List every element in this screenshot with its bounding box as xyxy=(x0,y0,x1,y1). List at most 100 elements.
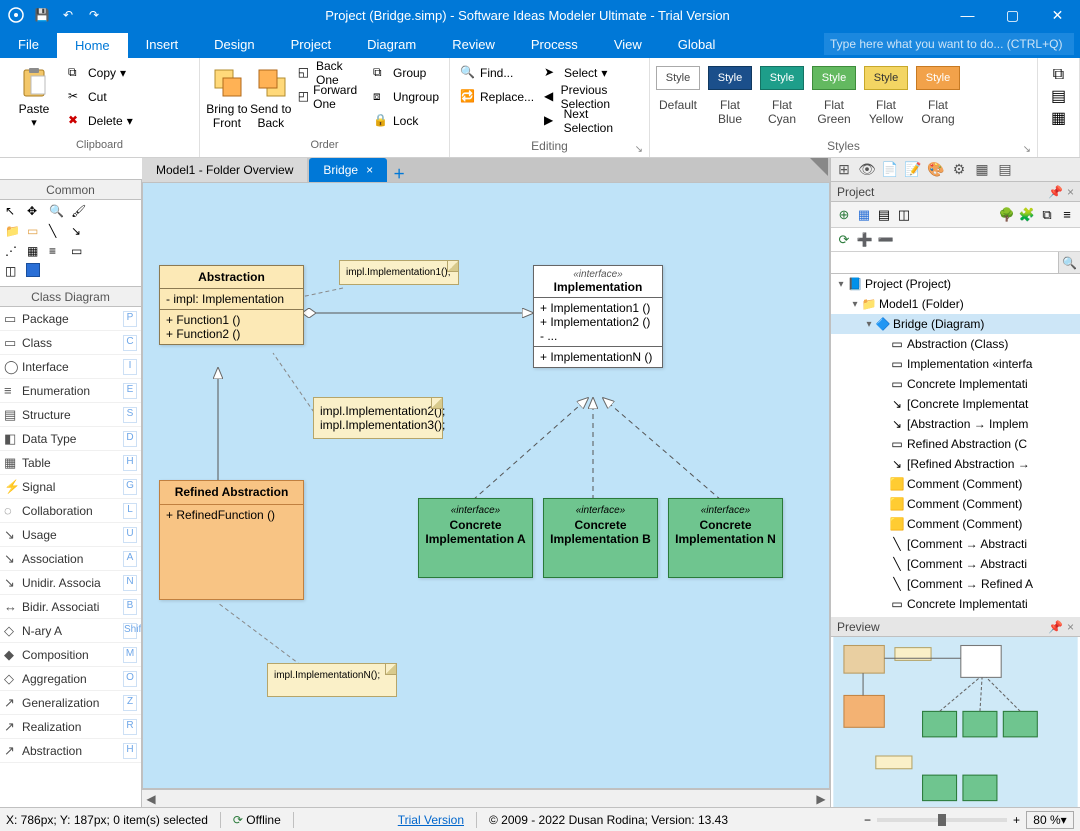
zoom-in-button[interactable]: + xyxy=(1013,813,1020,827)
styles-launcher-icon[interactable]: ↘ xyxy=(1023,144,1031,155)
undo-icon[interactable]: ↶ xyxy=(58,5,78,25)
expand-icon[interactable]: ▾ xyxy=(849,299,861,310)
menu-review[interactable]: Review xyxy=(434,30,513,58)
ribbon-extra-icon[interactable]: ⧉ xyxy=(1053,66,1064,84)
menu-insert[interactable]: Insert xyxy=(128,30,197,58)
rect-icon[interactable]: ▭ xyxy=(26,223,42,239)
frame-icon[interactable]: ▭ xyxy=(70,243,86,259)
toolbox-item[interactable]: ▭PackageP xyxy=(0,307,141,331)
cut-button[interactable]: ✂Cut xyxy=(64,86,137,108)
grid-icon[interactable]: ▦ xyxy=(972,160,992,180)
replace-button[interactable]: 🔁Replace... xyxy=(456,86,538,108)
folder-icon[interactable]: 📁 xyxy=(4,223,20,239)
tree-node[interactable]: ↘[Refined Abstraction → xyxy=(831,454,1080,474)
zoom-icon[interactable]: 🔍 xyxy=(48,203,64,219)
class-abstraction[interactable]: Abstraction - impl: Implementation + Fun… xyxy=(159,265,304,345)
back-one-button[interactable]: ◱Back One xyxy=(294,62,367,84)
tree-node[interactable]: 🟨Comment (Comment) xyxy=(831,494,1080,514)
toolbox-item[interactable]: ⚡SignalG xyxy=(0,475,141,499)
tree-node[interactable]: ▾📁Model1 (Folder) xyxy=(831,294,1080,314)
scroll-right-icon[interactable]: ▶ xyxy=(812,792,830,806)
collapsed-panel-handle[interactable]: ◀ xyxy=(142,183,143,201)
close-preview-icon[interactable]: × xyxy=(1067,620,1074,634)
tree-node[interactable]: ▾📘Project (Project) xyxy=(831,274,1080,294)
class-refined-abstraction[interactable]: Refined Abstraction + RefinedFunction () xyxy=(159,480,304,600)
tab-folder-overview[interactable]: Model1 - Folder Overview xyxy=(142,158,307,182)
menu-diagram[interactable]: Diagram xyxy=(349,30,434,58)
project-tree[interactable]: ▾📘Project (Project)▾📁Model1 (Folder)▾🔷Br… xyxy=(831,274,1080,617)
toolbox-item[interactable]: ▦TableH xyxy=(0,451,141,475)
tree-node[interactable]: ▭Refined Abstraction (C xyxy=(831,434,1080,454)
edit-doc-icon[interactable]: 📝 xyxy=(903,160,923,180)
tool-a-icon[interactable]: ▤ xyxy=(875,206,893,224)
toolbox-item[interactable]: ≡EnumerationE xyxy=(0,379,141,403)
toolbox-item[interactable]: ↔Bidir. AssociatiB xyxy=(0,595,141,619)
horizontal-scrollbar[interactable]: ◀ ▶ xyxy=(142,789,830,807)
bring-to-front-button[interactable]: Bring to Front xyxy=(206,62,248,134)
more-icon[interactable]: ▤ xyxy=(995,160,1015,180)
style-flatyellow[interactable]: Style xyxy=(864,66,908,90)
interface-concrete-n[interactable]: «interface» Concrete Implementation N xyxy=(668,498,783,578)
hand-icon[interactable]: ✥ xyxy=(26,203,42,219)
tree-node[interactable]: 🟨Comment (Comment) xyxy=(831,514,1080,534)
color-swatch-icon[interactable] xyxy=(26,263,40,277)
style-flatgreen[interactable]: Style xyxy=(812,66,856,90)
tree-node[interactable]: ▭Concrete Implementati xyxy=(831,374,1080,394)
prev-selection-button[interactable]: ◀Previous Selection xyxy=(540,86,643,108)
interface-concrete-b[interactable]: «interface» Concrete Implementation B xyxy=(543,498,658,578)
delete-button[interactable]: ✖Delete ▾ xyxy=(64,110,137,132)
toolbox-item[interactable]: ▭ClassC xyxy=(0,331,141,355)
trial-version-link[interactable]: Trial Version xyxy=(398,813,464,827)
toolbox-item[interactable]: ↘Unidir. AssociaN xyxy=(0,571,141,595)
zoom-out-button[interactable]: − xyxy=(864,813,871,827)
style-default[interactable]: Style xyxy=(656,66,700,90)
menu-design[interactable]: Design xyxy=(196,30,272,58)
tree-c-icon[interactable]: ⧉ xyxy=(1038,206,1056,224)
ribbon-extra2-icon[interactable]: ▤ xyxy=(1051,86,1066,106)
style-flatblue[interactable]: Style xyxy=(708,66,752,90)
toolbox-item[interactable]: ↘AssociationA xyxy=(0,547,141,571)
tree-node[interactable]: ╲[Comment → Abstracti xyxy=(831,554,1080,574)
refresh-icon[interactable]: ⟳ xyxy=(835,231,853,249)
style-flatcyan[interactable]: Style xyxy=(760,66,804,90)
menu-home[interactable]: Home xyxy=(57,30,128,58)
format-painter-icon[interactable]: 🖌 xyxy=(70,203,86,219)
editing-launcher-icon[interactable]: ↘ xyxy=(635,144,643,155)
toolbox-item[interactable]: ◇AggregationO xyxy=(0,667,141,691)
preview-pane[interactable] xyxy=(831,637,1080,807)
arrow-icon[interactable]: ↘ xyxy=(70,223,86,239)
menu-project[interactable]: Project xyxy=(273,30,349,58)
close-pane-icon[interactable]: × xyxy=(1067,185,1074,199)
close-button[interactable]: ✕ xyxy=(1035,0,1080,30)
expand-icon[interactable]: ▾ xyxy=(835,279,847,290)
comment-3[interactable]: impl.ImplementationN(); xyxy=(267,663,397,697)
component-icon[interactable]: ◫ xyxy=(4,263,20,279)
tree-b-icon[interactable]: 🧩 xyxy=(1018,206,1036,224)
add-blue-icon[interactable]: ▦ xyxy=(855,206,873,224)
tree-node[interactable]: ▭Concrete Implementati xyxy=(831,594,1080,614)
toolbox-item[interactable]: ▤StructureS xyxy=(0,403,141,427)
palette-icon[interactable]: 🎨 xyxy=(926,160,946,180)
pointer-icon[interactable]: ↖ xyxy=(4,203,20,219)
line-icon[interactable]: ╲ xyxy=(48,223,64,239)
diagram-canvas[interactable]: ◀ Abstr xyxy=(142,182,830,789)
tab-bridge[interactable]: Bridge× xyxy=(309,158,387,182)
tree-d-icon[interactable]: ≡ xyxy=(1058,206,1076,224)
add-green-icon[interactable]: ⊕ xyxy=(835,206,853,224)
lock-button[interactable]: 🔒Lock xyxy=(369,110,443,132)
group-button[interactable]: ⧉Group xyxy=(369,62,443,84)
zoom-value[interactable]: 80 % ▾ xyxy=(1026,811,1074,829)
tree-node[interactable]: ▾🔷Bridge (Diagram) xyxy=(831,314,1080,334)
toolbox-item[interactable]: ◯InterfaceI xyxy=(0,355,141,379)
menu-file[interactable]: File xyxy=(0,30,57,58)
plus-icon[interactable]: ➕ xyxy=(856,231,874,249)
send-to-back-button[interactable]: Send to Back xyxy=(250,62,292,134)
ribbon-extra3-icon[interactable]: ▦ xyxy=(1051,108,1066,128)
paste-button[interactable]: Paste▾ xyxy=(6,62,62,134)
find-button[interactable]: 🔍Find... xyxy=(456,62,538,84)
interface-implementation[interactable]: «interface» Implementation + Implementat… xyxy=(533,265,663,368)
gear-icon[interactable]: ⚙ xyxy=(949,160,969,180)
tree-node[interactable]: 🟨Comment (Comment) xyxy=(831,474,1080,494)
scroll-left-icon[interactable]: ◀ xyxy=(142,792,160,806)
minimize-button[interactable]: — xyxy=(945,0,990,30)
